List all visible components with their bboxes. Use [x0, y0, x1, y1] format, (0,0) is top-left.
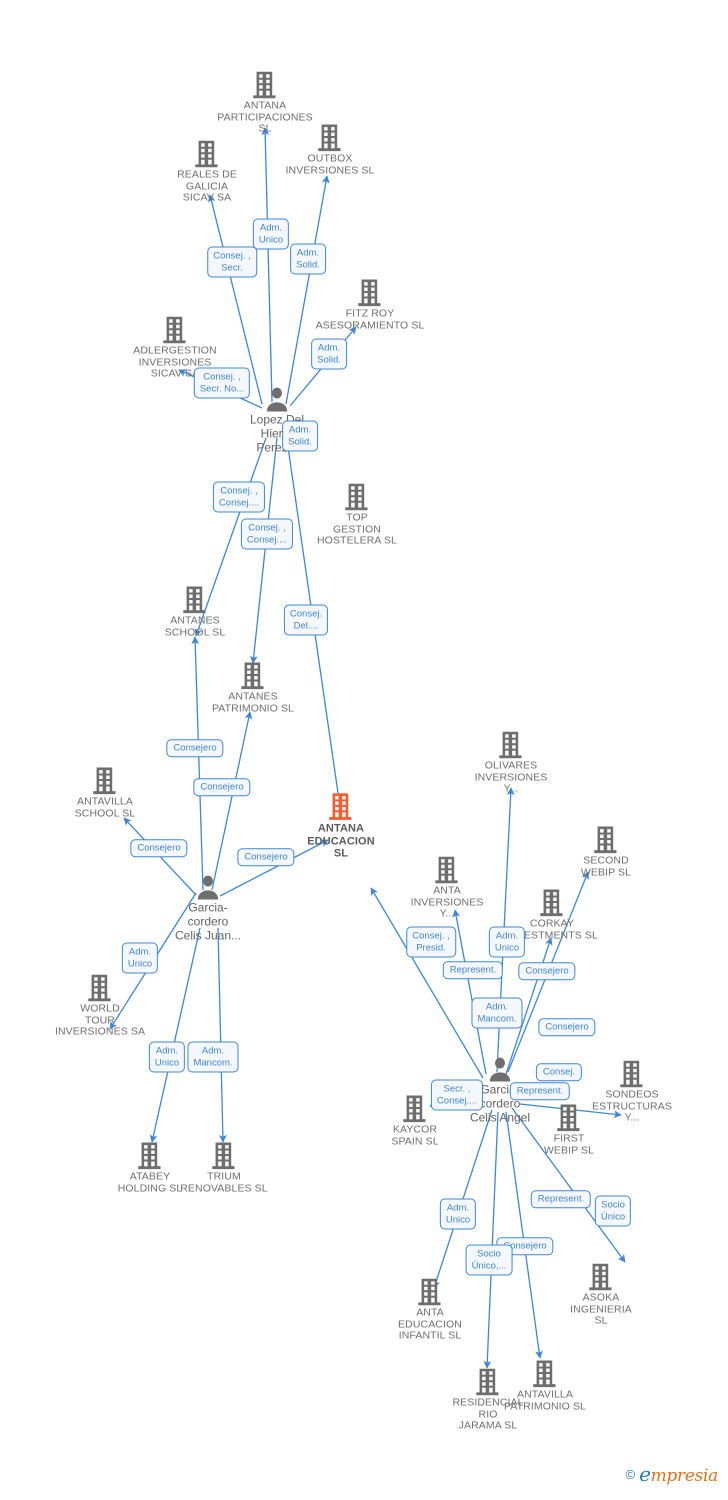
node-label: ANTANES SCHOOL SL — [164, 614, 226, 638]
node-label: FITZ ROY ASESORAMIENTO SL — [315, 307, 425, 331]
graph-node-first_webip[interactable]: FIRST WEBIP SL — [509, 1103, 629, 1156]
relation-label-l22[interactable]: Consejero — [538, 1018, 596, 1036]
relation-label-l11[interactable]: Consejero — [193, 778, 251, 796]
building-icon — [532, 1359, 559, 1388]
graph-node-antana_educacion[interactable]: ANTANA EDUCACION SL — [281, 792, 401, 860]
relation-label-l25[interactable]: Secr. , Consej.... — [430, 1079, 484, 1111]
relation-label-l7[interactable]: Consej. , Consej.... — [212, 481, 266, 513]
graph-node-antavilla_patrimonio[interactable]: ANTAVILLA PATRIMONIO SL — [485, 1359, 605, 1412]
building-icon — [162, 316, 189, 345]
relation-label-l9[interactable]: Consej. Del.... — [283, 604, 329, 636]
relation-label-l5[interactable]: Consej. , Secr. No... — [193, 367, 251, 399]
node-label: SECOND WEBIP SL — [580, 854, 632, 878]
building-icon-focus — [328, 792, 355, 821]
relation-label-l2[interactable]: Consej. , Secr. — [207, 246, 257, 278]
graph-node-top_gestion[interactable]: TOP GESTION HOSTELERA SL — [297, 483, 417, 548]
building-icon — [498, 731, 525, 760]
person-icon — [264, 386, 290, 412]
person-icon — [195, 874, 221, 900]
relation-label-l3[interactable]: Adm. Solid. — [290, 243, 326, 275]
building-icon — [417, 1278, 444, 1307]
graph-node-olivares[interactable]: OLIVARES INVERSIONES Y... — [451, 731, 571, 796]
building-icon — [434, 856, 461, 885]
graph-node-outbox[interactable]: OUTBOX INVERSIONES SL — [270, 123, 390, 176]
building-icon — [211, 1141, 238, 1170]
relation-label-l14[interactable]: Adm. Unico — [121, 942, 159, 974]
graph-node-world_tour[interactable]: WORLD TOUR INVERSIONES SA — [40, 974, 160, 1039]
node-label: KAYCOR SPAIN SL — [391, 1123, 439, 1147]
graph-node-trium[interactable]: TRIUM RENOVABLES SL — [164, 1141, 284, 1194]
building-icon — [593, 825, 620, 854]
building-icon — [357, 278, 384, 307]
relation-label-l4[interactable]: Adm. Solid. — [311, 338, 347, 370]
node-label: ANTA EDUCACION INFANTIL SL — [398, 1306, 462, 1342]
graph-node-garcia_cordero_juan[interactable]: Garcia- cordero Celis Juan... — [148, 874, 268, 943]
node-label: FIRST WEBIP SL — [543, 1132, 595, 1156]
building-icon — [619, 1060, 646, 1089]
building-icon — [87, 974, 114, 1003]
graph-node-antanes_patrimonio[interactable]: ANTANES PATRIMONIO SL — [193, 661, 313, 714]
building-icon — [240, 661, 267, 690]
relation-label-l30[interactable]: Socio Único,... — [465, 1244, 513, 1276]
node-label: OLIVARES INVERSIONES Y... — [474, 759, 548, 795]
building-icon — [92, 766, 119, 795]
node-label: Garcia- cordero Celis Juan... — [174, 900, 242, 943]
node-label: ANTANES PATRIMONIO SL — [211, 690, 294, 714]
node-label: WORLD TOUR INVERSIONES SA — [54, 1002, 146, 1038]
graph-node-fitz_roy[interactable]: FITZ ROY ASESORAMIENTO SL — [310, 278, 430, 331]
node-label: TRIUM RENOVABLES SL — [180, 1170, 268, 1194]
copyright-icon: © — [625, 1466, 636, 1482]
empresia-watermark: © empresia — [625, 1462, 718, 1486]
brand-initial: e — [639, 1462, 651, 1486]
graph-node-anta_inversiones[interactable]: ANTA INVERSIONES Y... — [387, 856, 507, 921]
node-label: OUTBOX INVERSIONES SL — [285, 152, 375, 176]
relation-label-l8[interactable]: Consej. , Consej.... — [240, 518, 294, 550]
relation-label-l17[interactable]: Adm. Unico — [488, 926, 526, 958]
relation-label-l1[interactable]: Adm. Unico — [252, 218, 290, 250]
relation-label-l6[interactable]: Adm. Solid. — [282, 420, 318, 452]
building-icon — [539, 888, 566, 917]
building-icon — [588, 1263, 615, 1292]
relation-label-l18[interactable]: Consej. , Presid. — [406, 926, 456, 958]
relation-label-l26[interactable]: Represent. — [530, 1190, 592, 1208]
relation-label-l23[interactable]: Consej. — [535, 1063, 583, 1081]
graph-node-second_webip[interactable]: SECOND WEBIP SL — [546, 825, 666, 878]
node-label: ANTAVILLA PATRIMONIO SL — [503, 1388, 586, 1412]
graph-node-asoka[interactable]: ASOKA INGENIERIA SL — [541, 1263, 661, 1328]
relation-label-l12[interactable]: Consejero — [130, 839, 188, 857]
building-icon — [317, 123, 344, 152]
graph-node-antavilla_school[interactable]: ANTAVILLA SCHOOL SL — [45, 766, 165, 819]
relation-label-l20[interactable]: Represent. — [442, 961, 504, 979]
relation-label-l10[interactable]: Consejero — [166, 739, 224, 757]
building-icon — [344, 483, 371, 512]
relation-label-l28[interactable]: Adm. Unico — [439, 1198, 477, 1230]
graph-node-reales_galicia[interactable]: REALES DE GALICIA SICAV SA — [147, 140, 267, 205]
building-icon — [556, 1103, 583, 1132]
relation-label-l15[interactable]: Adm. Unico — [148, 1041, 186, 1073]
graph-node-anta_educacion_infantil[interactable]: ANTA EDUCACION INFANTIL SL — [370, 1278, 490, 1343]
building-icon — [182, 585, 209, 614]
node-label: REALES DE GALICIA SICAV SA — [177, 168, 237, 204]
relation-label-l27[interactable]: Socio Único — [594, 1195, 632, 1227]
relationship-graph[interactable]: ANTANA PARTICIPACIONES SL REALES DE GALIC… — [0, 0, 728, 1500]
person-icon — [487, 1056, 513, 1082]
graph-node-antanes_school[interactable]: ANTANES SCHOOL SL — [135, 585, 255, 638]
node-label: ANTAVILLA SCHOOL SL — [74, 795, 136, 819]
building-icon — [194, 140, 221, 169]
node-label: ANTANA EDUCACION SL — [307, 822, 375, 860]
brand-name: mpresia — [650, 1466, 719, 1486]
relation-label-l24[interactable]: Represent. — [509, 1082, 571, 1100]
relation-label-l16[interactable]: Adm. Mancom. — [187, 1041, 239, 1073]
relation-label-l19[interactable]: Consejero — [518, 962, 576, 980]
relation-label-l13[interactable]: Consejero — [237, 848, 295, 866]
node-label: ASOKA INGENIERIA SL — [570, 1291, 632, 1327]
building-icon — [402, 1094, 429, 1123]
relation-label-l21[interactable]: Adm. Mancom. — [471, 997, 523, 1029]
building-icon — [137, 1141, 164, 1170]
node-label: ANTA INVERSIONES Y... — [410, 884, 484, 920]
building-icon — [252, 71, 279, 100]
node-label: TOP GESTION HOSTELERA SL — [317, 511, 397, 547]
